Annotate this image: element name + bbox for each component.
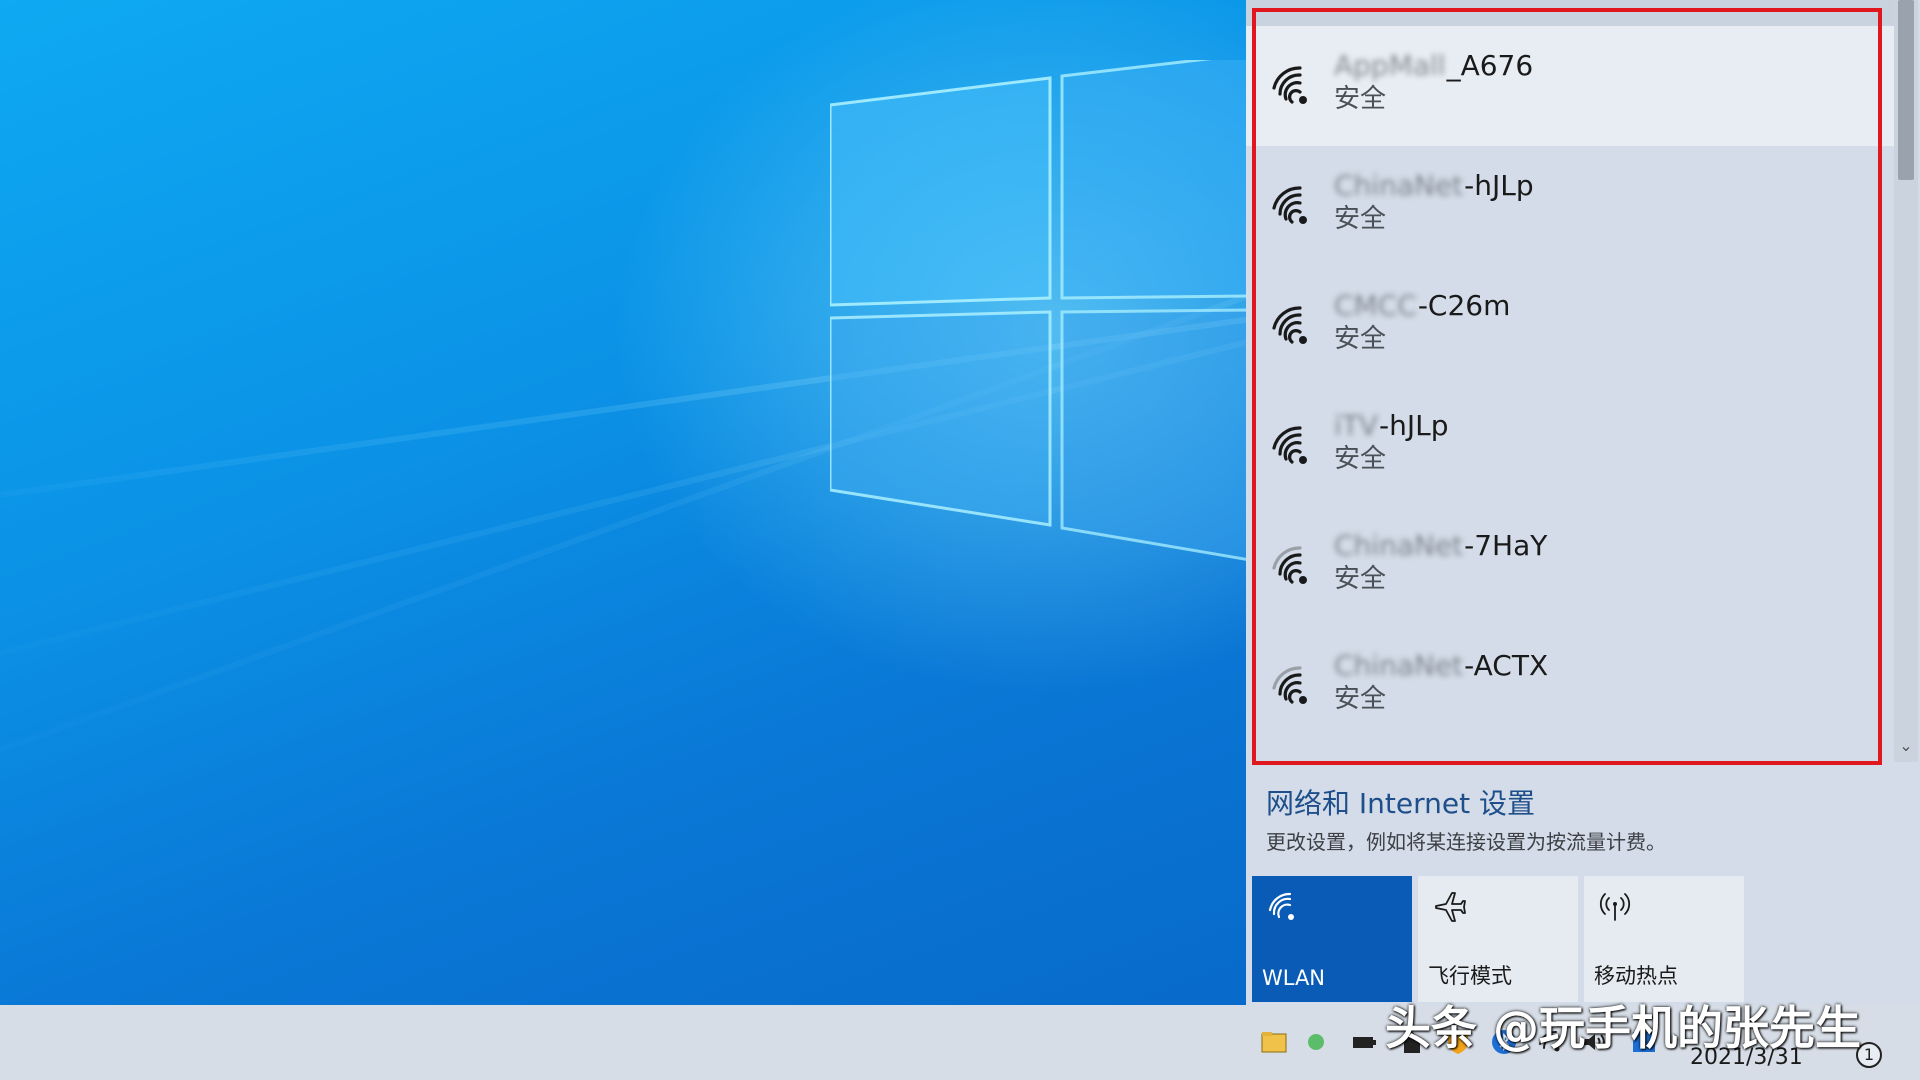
folder-tray-icon[interactable] xyxy=(1260,1028,1288,1056)
watermark-text: 头条 @玩手机的张先生 xyxy=(1385,1001,1862,1055)
mobile-hotspot-tile[interactable]: 移动热点 xyxy=(1584,876,1744,1002)
windows-logo xyxy=(830,60,1250,562)
wifi-signal-icon xyxy=(1272,426,1307,464)
airplane-icon xyxy=(1435,892,1466,922)
wifi-signal-icon xyxy=(1272,186,1307,224)
ssid-prefix: ChinaNet xyxy=(1334,529,1464,562)
network-item[interactable]: ChinaNet -hJLp 安全 xyxy=(1246,146,1896,266)
list-top-strip xyxy=(1246,0,1896,26)
wifi-icon xyxy=(1268,892,1294,920)
tile-label: 移动热点 xyxy=(1594,964,1678,988)
scroll-down-arrow-icon[interactable]: ⌄ xyxy=(1896,736,1916,756)
wifi-signal-icon xyxy=(1272,306,1307,344)
network-item[interactable]: ChinaNet -ACTX 安全 xyxy=(1246,626,1896,746)
hotspot-icon xyxy=(1599,893,1631,921)
app-tray-icon[interactable] xyxy=(1302,1028,1330,1056)
network-item[interactable]: ChinaNet -7HaY 安全 xyxy=(1246,506,1896,626)
network-list: AppMall _A676 安全 ChinaNet -hJLp 安全 CMCC … xyxy=(1246,0,1896,762)
ssid-suffix: -hJLp xyxy=(1464,169,1534,202)
security-label: 安全 xyxy=(1334,684,1387,714)
scrollbar-thumb[interactable] xyxy=(1898,0,1914,180)
ssid-suffix: -C26m xyxy=(1417,289,1511,322)
security-label: 安全 xyxy=(1334,564,1387,594)
wifi-signal-icon xyxy=(1272,666,1307,704)
ssid-suffix: -7HaY xyxy=(1464,529,1548,562)
network-list-scrollbar[interactable]: ⌄ xyxy=(1894,0,1918,762)
security-label: 安全 xyxy=(1334,84,1387,114)
security-label: 安全 xyxy=(1334,204,1387,234)
wifi-signal-icon xyxy=(1272,546,1307,584)
security-label: 安全 xyxy=(1334,444,1387,474)
security-label: 安全 xyxy=(1334,324,1387,354)
wlan-toggle-tile[interactable]: WLAN xyxy=(1252,876,1412,1002)
airplane-mode-tile[interactable]: 飞行模式 xyxy=(1418,876,1578,1002)
network-settings-description: 更改设置，例如将某连接设置为按流量计费。 xyxy=(1266,830,1666,854)
ssid-suffix: -ACTX xyxy=(1464,649,1549,682)
wifi-signal-icon xyxy=(1272,66,1307,104)
ssid-prefix: iTV xyxy=(1334,409,1379,442)
ssid-prefix: CMCC xyxy=(1334,289,1417,322)
network-item[interactable]: AppMall _A676 安全 xyxy=(1246,26,1896,146)
ssid-suffix: -hJLp xyxy=(1379,409,1449,442)
battery-tray-icon[interactable] xyxy=(1350,1028,1378,1056)
ssid-prefix: ChinaNet xyxy=(1334,649,1464,682)
ssid-prefix: ChinaNet xyxy=(1334,169,1464,202)
network-settings-link[interactable]: 网络和 Internet 设置 xyxy=(1266,782,1535,822)
network-item[interactable]: CMCC -C26m 安全 xyxy=(1246,266,1896,386)
ssid-prefix: AppMall xyxy=(1334,49,1446,82)
tile-label: WLAN xyxy=(1262,966,1326,990)
tile-label: 飞行模式 xyxy=(1428,964,1512,988)
network-item[interactable]: iTV -hJLp 安全 xyxy=(1246,386,1896,506)
ssid-suffix: _A676 xyxy=(1446,49,1534,82)
